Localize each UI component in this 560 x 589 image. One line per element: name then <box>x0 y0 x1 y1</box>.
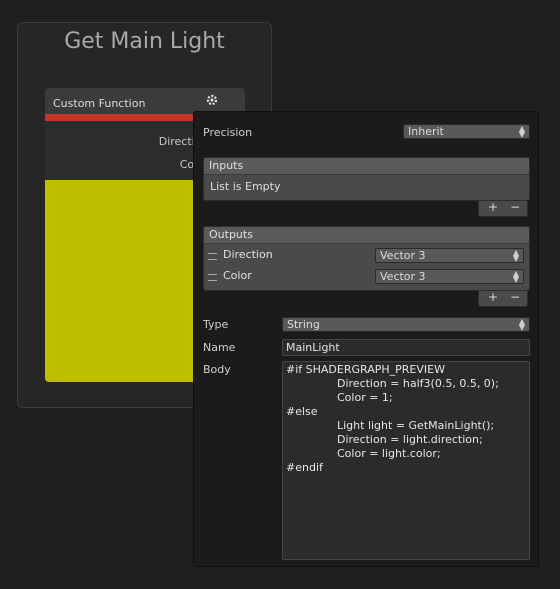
name-value: MainLight <box>286 341 340 354</box>
name-input[interactable]: MainLight <box>282 339 530 356</box>
output-name: Color <box>223 269 252 282</box>
code-line: #else <box>286 405 318 418</box>
outputs-section: Outputs Direction Vector 3 ▲ ▼ Color Vect… <box>203 226 530 291</box>
inputs-empty-text: List is Empty <box>210 180 281 193</box>
body-label: Body <box>203 363 231 376</box>
gear-icon[interactable] <box>205 93 219 107</box>
drag-handle-icon[interactable] <box>208 274 217 281</box>
inputs-section: Inputs List is Empty <box>203 157 530 201</box>
name-label: Name <box>203 341 236 354</box>
output-type-dropdown[interactable]: Vector 3 ▲ ▼ <box>375 248 524 263</box>
outputs-footer: + − <box>478 290 528 307</box>
code-line: Color = light.color; <box>337 447 441 460</box>
outputs-header: Outputs <box>204 227 529 244</box>
drag-handle-icon[interactable] <box>208 253 217 260</box>
code-line: #if SHADERGRAPH_PREVIEW <box>286 363 445 376</box>
body-code-editor[interactable]: #if SHADERGRAPH_PREVIEW Direction = half… <box>282 361 530 560</box>
group-title[interactable]: Get Main Light <box>18 29 271 54</box>
chevron-updown-icon: ▲ ▼ <box>512 269 519 284</box>
code-line: Direction = half3(0.5, 0.5, 0); <box>337 377 499 390</box>
code-line: Direction = light.direction; <box>337 433 483 446</box>
output-name: Direction <box>223 248 273 261</box>
remove-output-button[interactable]: − <box>510 290 520 304</box>
remove-input-button[interactable]: − <box>510 200 520 214</box>
code-line: #endif <box>286 461 323 474</box>
type-value: String <box>287 318 320 331</box>
output-type-value: Vector 3 <box>380 270 426 283</box>
type-label: Type <box>203 318 229 331</box>
precision-label: Precision <box>203 126 253 139</box>
chevron-updown-icon: ▲ ▼ <box>518 124 525 139</box>
node-settings-panel: Precision Inherit ▲ ▼ Inputs List is Empt… <box>193 111 539 567</box>
inputs-footer: + − <box>478 200 528 217</box>
output-type-dropdown[interactable]: Vector 3 ▲ ▼ <box>375 269 524 284</box>
add-input-button[interactable]: + <box>488 200 498 214</box>
chevron-updown-icon: ▲ ▼ <box>518 317 525 332</box>
precision-value: Inherit <box>408 125 444 138</box>
inputs-header: Inputs <box>204 158 529 175</box>
code-line: Light light = GetMainLight(); <box>337 419 495 432</box>
type-dropdown[interactable]: String ▲ ▼ <box>282 317 530 332</box>
precision-dropdown[interactable]: Inherit ▲ ▼ <box>403 124 530 139</box>
chevron-updown-icon: ▲ ▼ <box>512 248 519 263</box>
output-type-value: Vector 3 <box>380 249 426 262</box>
node-title: Custom Function <box>53 97 146 110</box>
code-line: Color = 1; <box>337 391 393 404</box>
add-output-button[interactable]: + <box>488 290 498 304</box>
